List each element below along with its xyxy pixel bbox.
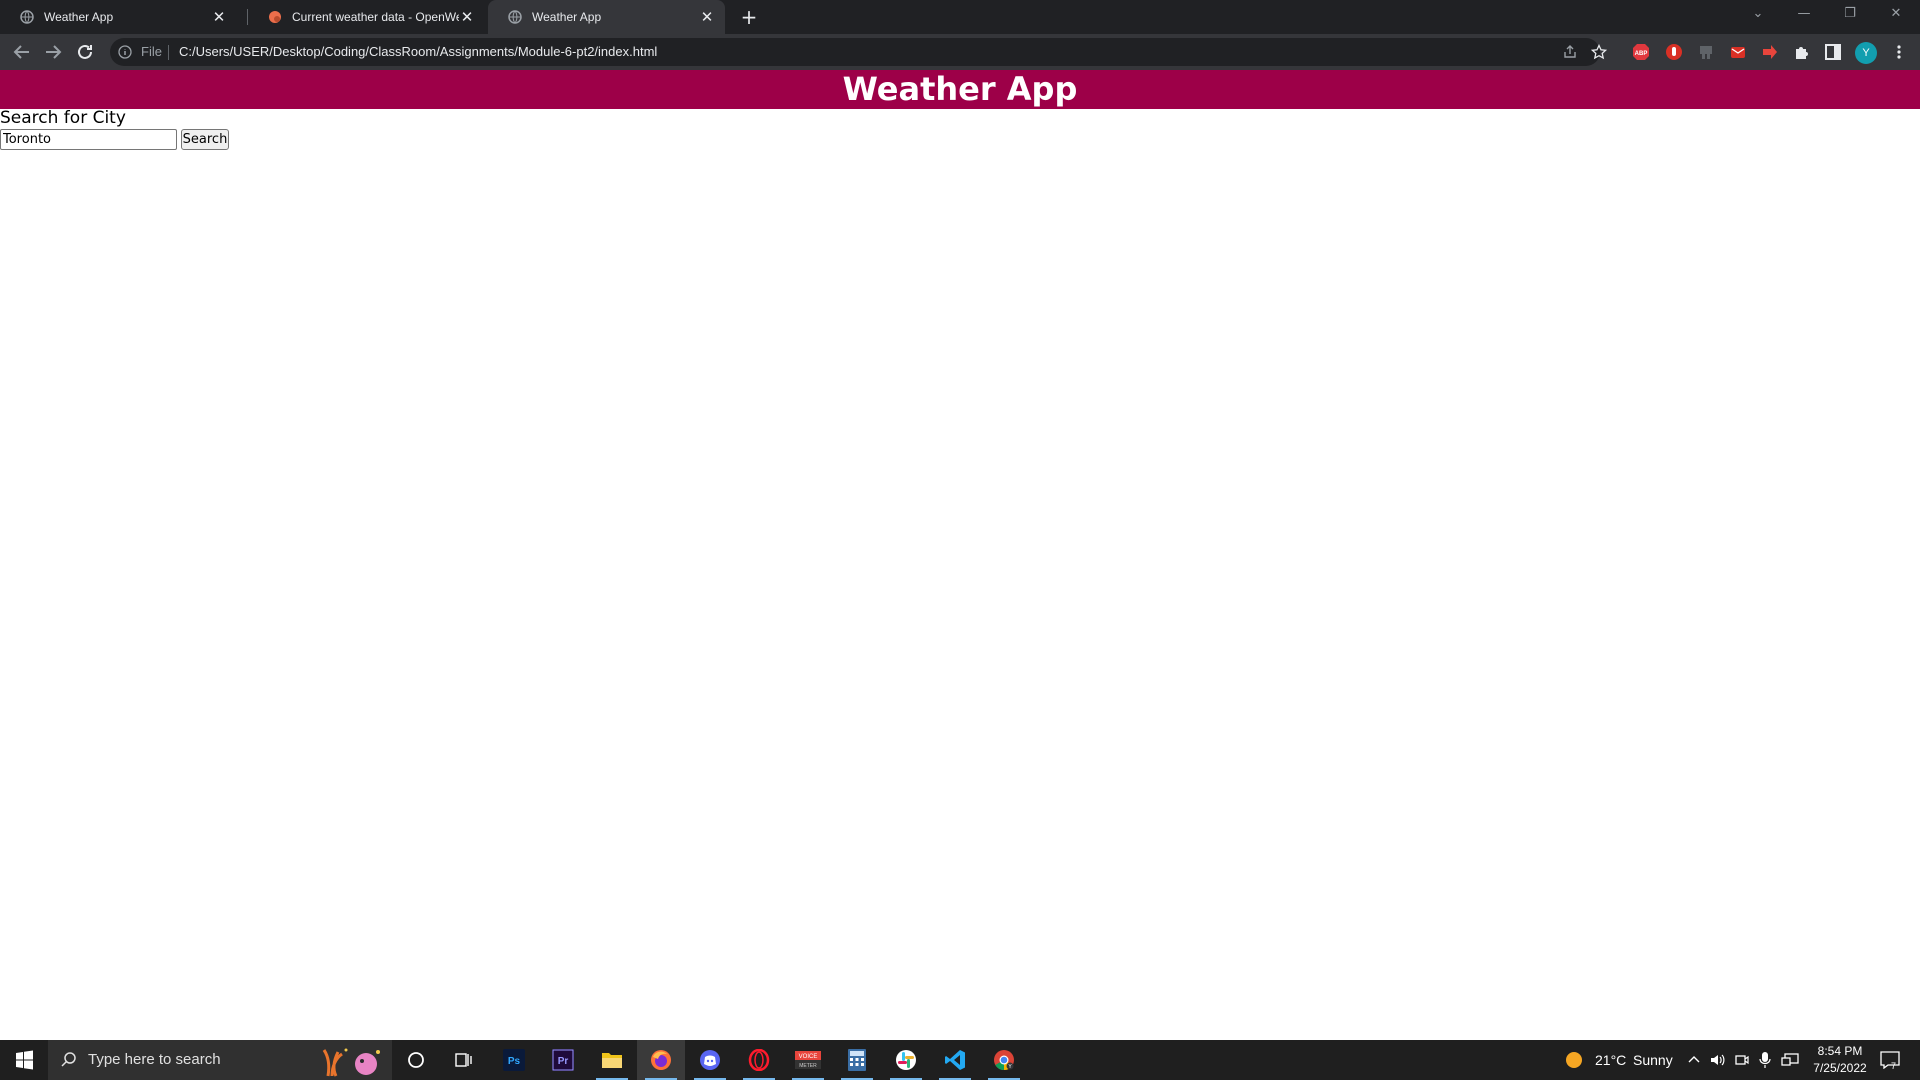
- calculator-icon[interactable]: [833, 1040, 881, 1080]
- red-arrow-icon[interactable]: [1761, 43, 1779, 61]
- clock-date[interactable]: 7/25/2022: [1806, 1061, 1874, 1075]
- tab-weather-app-1[interactable]: Weather App ✕: [0, 0, 237, 34]
- weather-condition[interactable]: Sunny: [1633, 1052, 1673, 1068]
- openweather-icon: [269, 11, 281, 23]
- scheme-label: File: [141, 44, 162, 59]
- url-text[interactable]: C:/Users/USER/Desktop/Coding/ClassRoom/A…: [179, 44, 657, 59]
- share-icon[interactable]: [1562, 44, 1578, 60]
- close-tab-icon[interactable]: ✕: [211, 9, 227, 25]
- gray-extension-icon[interactable]: [1697, 43, 1715, 61]
- microphone-icon[interactable]: [1759, 1051, 1771, 1069]
- page-content: Weather App Search for City Search: [0, 70, 1920, 1040]
- windows-start-icon[interactable]: [0, 1040, 48, 1080]
- photoshop-icon[interactable]: Ps: [490, 1040, 538, 1080]
- search-button[interactable]: Search: [181, 129, 229, 150]
- restore-button[interactable]: ❐: [1827, 0, 1873, 30]
- search-city-label: Search for City: [0, 108, 126, 128]
- svg-text:VOICE: VOICE: [799, 1054, 818, 1060]
- close-window-button[interactable]: ✕: [1873, 0, 1919, 30]
- reload-icon[interactable]: [73, 40, 97, 64]
- bookmark-star-icon[interactable]: [1591, 44, 1607, 60]
- cortana-icon[interactable]: [392, 1040, 440, 1080]
- file-explorer-icon[interactable]: [588, 1040, 636, 1080]
- chrome-icon[interactable]: Y: [980, 1040, 1028, 1080]
- browser-toolbar: File C:/Users/USER/Desktop/Coding/ClassR…: [0, 34, 1920, 70]
- discord-icon[interactable]: [686, 1040, 734, 1080]
- info-icon[interactable]: [118, 45, 132, 59]
- back-icon[interactable]: [10, 40, 34, 64]
- close-tab-icon[interactable]: ✕: [699, 9, 715, 25]
- speaker-icon[interactable]: [1709, 1052, 1725, 1068]
- tab-strip: Weather App ✕ Current weather data - Ope…: [0, 0, 1920, 34]
- app-header: Weather App: [0, 70, 1920, 109]
- opera-icon[interactable]: [735, 1040, 783, 1080]
- new-tab-button[interactable]: +: [738, 6, 760, 28]
- red-hand-icon[interactable]: [1665, 43, 1683, 61]
- search-highlight-illustration-icon: [322, 1048, 380, 1077]
- sidepanel-icon[interactable]: [1824, 43, 1842, 61]
- tab-weather-app-active[interactable]: Weather App ✕: [488, 0, 725, 34]
- tab-openweather[interactable]: Current weather data - OpenWea ✕: [248, 0, 485, 34]
- sun-weather-icon[interactable]: [1565, 1051, 1583, 1069]
- tab-title: Weather App: [44, 10, 114, 24]
- tab-title: Current weather data - OpenWea: [292, 10, 459, 24]
- svg-text:Ps: Ps: [508, 1056, 521, 1067]
- search-placeholder: Type here to search: [88, 1051, 221, 1068]
- notification-count: 7: [1891, 1061, 1897, 1071]
- task-view-icon[interactable]: [440, 1040, 488, 1080]
- network-icon[interactable]: [1781, 1052, 1799, 1068]
- city-search-input[interactable]: [0, 129, 177, 150]
- tab-search-icon[interactable]: ⌄: [1735, 0, 1781, 30]
- search-icon: [61, 1052, 76, 1067]
- chevron-up-icon[interactable]: [1688, 1054, 1700, 1064]
- svg-text:ABP: ABP: [1635, 51, 1648, 57]
- close-tab-icon[interactable]: ✕: [459, 9, 475, 25]
- tab-title: Weather App: [532, 10, 602, 24]
- notification-center-icon[interactable]: [1880, 1051, 1900, 1069]
- svg-text:METER: METER: [799, 1063, 817, 1069]
- svg-text:Pr: Pr: [558, 1056, 569, 1067]
- firefox-icon[interactable]: [637, 1040, 685, 1080]
- menu-kebab-icon[interactable]: [1890, 43, 1908, 61]
- profile-avatar[interactable]: Y: [1855, 42, 1877, 64]
- windows-taskbar: Type here to search Ps Pr VOICE METER Y 2…: [0, 1040, 1920, 1080]
- omnibox-separator: [168, 45, 169, 60]
- adblock-plus-icon[interactable]: ABP: [1632, 43, 1650, 61]
- address-bar[interactable]: File C:/Users/USER/Desktop/Coding/ClassR…: [110, 38, 1607, 66]
- puzzle-icon[interactable]: [1793, 43, 1811, 61]
- page-title: Weather App: [842, 70, 1078, 108]
- camera-tray-icon[interactable]: [1735, 1052, 1749, 1068]
- forward-icon[interactable]: [41, 40, 65, 64]
- red-mail-icon[interactable]: [1729, 43, 1747, 61]
- weather-temperature[interactable]: 21°C: [1595, 1052, 1626, 1068]
- premiere-icon[interactable]: Pr: [539, 1040, 587, 1080]
- globe-icon: [20, 10, 34, 24]
- globe-icon: [508, 10, 522, 24]
- voicemeeter-icon[interactable]: VOICE METER: [784, 1040, 832, 1080]
- taskbar-search-box[interactable]: Type here to search: [48, 1040, 392, 1080]
- vscode-icon[interactable]: [931, 1040, 979, 1080]
- clock-time[interactable]: 8:54 PM: [1812, 1044, 1868, 1058]
- minimize-button[interactable]: —: [1781, 0, 1827, 30]
- slack-icon[interactable]: [882, 1040, 930, 1080]
